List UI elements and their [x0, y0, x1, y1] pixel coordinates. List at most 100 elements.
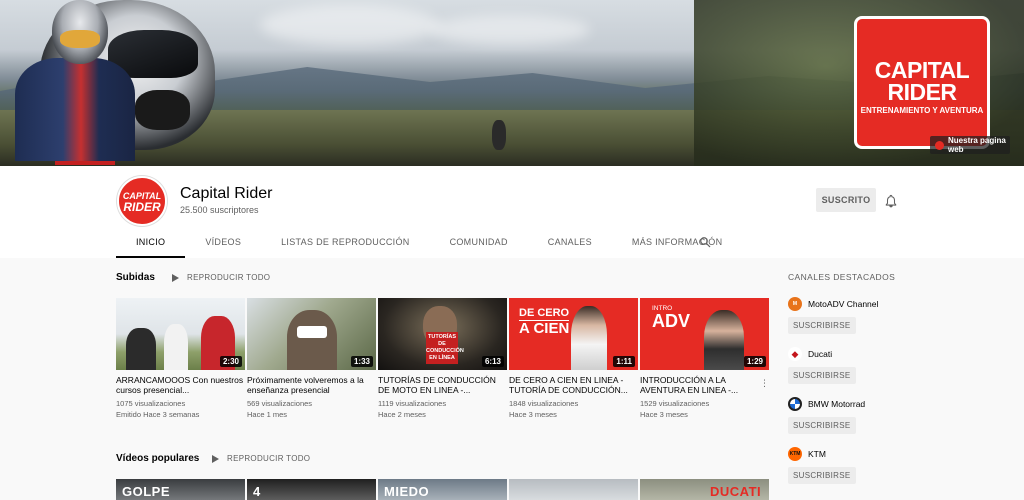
thumb-figure — [126, 328, 156, 370]
popular-video-thumbnail[interactable]: 4 — [247, 479, 376, 500]
popular-video-thumbnail[interactable]: GOLPE — [116, 479, 245, 500]
video-card[interactable]: INTRO ADV 1:29 INTRODUCCIÓN A LA AVENTUR… — [640, 298, 769, 420]
popular-video-thumbnail[interactable]: DUCATI — [640, 479, 769, 500]
video-card[interactable]: 1:33 Próximamente volveremos a la enseña… — [247, 298, 376, 420]
video-title[interactable]: Próximamente volveremos a la enseñanza p… — [247, 375, 376, 395]
logo-line-2: RIDER — [887, 79, 957, 105]
search-icon[interactable] — [699, 236, 711, 248]
banner-cloud — [260, 5, 440, 45]
video-views: 1848 visualizaciones — [509, 399, 579, 408]
thumb-caption: TUTORÍAS DE CONDUCCIÓN EN LÍNEA — [426, 332, 464, 364]
video-duration: 1:33 — [350, 356, 373, 367]
channel-avatar[interactable]: CAPITAL RIDER — [117, 176, 167, 226]
thumb-figure — [164, 324, 188, 370]
popular-video-thumbnail[interactable]: MIEDO — [378, 479, 507, 500]
play-icon — [172, 273, 179, 282]
thumb-caption: ADV — [652, 311, 691, 331]
video-thumbnail[interactable]: INTRO ADV 1:29 — [640, 298, 769, 370]
subscribe-button[interactable]: SUSCRIBIRSE — [788, 367, 856, 384]
video-duration: 1:29 — [743, 356, 766, 367]
bmw-logo-icon[interactable] — [788, 397, 802, 411]
logo-line-1: CAPITAL — [874, 57, 970, 83]
video-card[interactable]: TUTORÍAS DE CONDUCCIÓN EN LÍNEA 6:13 TUT… — [378, 298, 507, 420]
web-link-label: Nuestra pagina web — [948, 136, 1006, 154]
web-link-icon — [935, 140, 944, 150]
featured-channel: KTM KTM SUSCRIBIRSE — [788, 447, 988, 484]
bell-icon[interactable] — [884, 193, 898, 209]
thumb-figure — [571, 306, 607, 370]
tab-playlists[interactable]: LISTAS DE REPRODUCCIÓN — [261, 230, 429, 258]
play-icon — [212, 454, 219, 463]
logo-tagline: ENTRENAMIENTO Y AVENTURA — [860, 106, 984, 115]
video-views: 1529 visualizaciones — [640, 399, 710, 408]
banner-cloud — [430, 15, 590, 45]
popular-play-all-button[interactable]: REPRODUCIR TODO — [212, 454, 310, 463]
subscribe-button[interactable]: SUSCRIBIRSE — [788, 317, 856, 334]
video-title[interactable]: INTRODUCCIÓN A LA AVENTURA EN LINEA -... — [640, 375, 769, 395]
more-options-icon[interactable]: ⋮ — [760, 378, 769, 389]
video-duration: 6:13 — [481, 356, 504, 367]
rider-goggles — [60, 30, 100, 48]
video-thumbnail[interactable]: TUTORÍAS DE CONDUCCIÓN EN LÍNEA 6:13 — [378, 298, 507, 370]
uploads-play-all-button[interactable]: REPRODUCIR TODO — [172, 273, 270, 282]
motoadv-logo-icon[interactable]: M — [788, 297, 802, 311]
video-duration: 1:11 — [613, 356, 635, 367]
thumb-caption: A CIEN — [519, 320, 570, 337]
featured-channel-name[interactable]: KTM — [808, 449, 826, 459]
video-date: Hace 2 meses — [378, 409, 426, 419]
popular-video-thumbnail[interactable] — [509, 479, 638, 500]
video-date: Hace 1 mes — [247, 409, 288, 419]
banner-web-link[interactable]: Nuestra pagina web — [930, 136, 1010, 154]
video-title[interactable]: DE CERO A CIEN EN LINEA - TUTORÍA DE CON… — [509, 375, 638, 395]
thumb-caption: GOLPE — [122, 484, 171, 499]
thumb-figure — [704, 310, 744, 370]
banner-channel-logo: CAPITAL RIDER ENTRENAMIENTO Y AVENTURA — [854, 16, 990, 149]
video-views: 1119 visualizaciones — [378, 399, 447, 408]
video-views: 569 visualizaciones — [247, 399, 313, 408]
rider-body — [15, 58, 135, 161]
tab-inicio[interactable]: INICIO — [116, 230, 186, 258]
featured-channel-name[interactable]: MotoADV Channel — [808, 299, 878, 309]
tab-community[interactable]: COMUNIDAD — [430, 230, 528, 258]
tab-videos[interactable]: VÍDEOS — [185, 230, 261, 258]
channel-name: Capital Rider — [180, 185, 273, 202]
video-title[interactable]: TUTORÍAS DE CONDUCCIÓN DE MOTO EN LINEA … — [378, 375, 507, 395]
thumb-caption: MIEDO — [384, 484, 430, 499]
subscribe-button[interactable]: SUSCRIBIRSE — [788, 417, 856, 434]
subscriber-count: 25.500 suscriptores — [180, 205, 259, 215]
thumb-caption: 4 — [253, 484, 261, 499]
featured-channel-name[interactable]: Ducati — [808, 349, 832, 359]
helmet-mask — [135, 90, 190, 130]
ktm-logo-icon[interactable]: KTM — [788, 447, 802, 461]
video-date: Emitido Hace 3 semanas — [116, 409, 200, 419]
thumb-caption: DUCATI — [710, 484, 762, 499]
video-thumbnail[interactable]: DE CERO A CIEN 1:11 — [509, 298, 638, 370]
video-card[interactable]: DE CERO A CIEN 1:11 DE CERO A CIEN EN LI… — [509, 298, 638, 420]
featured-channels-title: CANALES DESTACADOS — [788, 272, 896, 282]
subscribe-button[interactable]: SUSCRIBIRSE — [788, 467, 856, 484]
channel-banner: CAPITAL RIDER ENTRENAMIENTO Y AVENTURA — [0, 0, 1024, 166]
featured-channel: BMW Motorrad SUSCRIBIRSE — [788, 397, 988, 434]
channel-tabs: INICIO VÍDEOS LISTAS DE REPRODUCCIÓN COM… — [116, 230, 742, 258]
featured-channel: M MotoADV Channel SUSCRIBIRSE — [788, 297, 988, 334]
video-date: Hace 3 meses — [640, 409, 688, 419]
subscribed-button[interactable]: SUSCRITO — [816, 188, 876, 212]
uploads-title: Subidas — [116, 272, 155, 283]
banner-distant-bike — [492, 120, 506, 150]
video-thumbnail[interactable]: 1:33 — [247, 298, 376, 370]
play-all-label: REPRODUCIR TODO — [227, 454, 311, 463]
video-duration: 2:30 — [219, 356, 242, 367]
ducati-logo-icon[interactable]: ◆ — [788, 347, 802, 361]
featured-channel-name[interactable]: BMW Motorrad — [808, 399, 865, 409]
video-title[interactable]: ARRANCAMOOOS Con nuestros cursos presenc… — [116, 375, 245, 395]
thumb-caption: DE CERO — [519, 307, 570, 319]
tab-channels[interactable]: CANALES — [528, 230, 612, 258]
tab-about[interactable]: MÁS INFORMACIÓN — [612, 230, 743, 258]
video-card[interactable]: 2:30 ARRANCAMOOOS Con nuestros cursos pr… — [116, 298, 245, 420]
thumb-figure — [287, 310, 337, 370]
avatar-line-2: RIDER — [123, 200, 161, 214]
thumb-figure — [297, 326, 327, 338]
video-thumbnail[interactable]: 2:30 — [116, 298, 245, 370]
featured-channel: ◆ Ducati SUSCRIBIRSE — [788, 347, 988, 384]
video-date: Hace 3 meses — [509, 409, 557, 419]
